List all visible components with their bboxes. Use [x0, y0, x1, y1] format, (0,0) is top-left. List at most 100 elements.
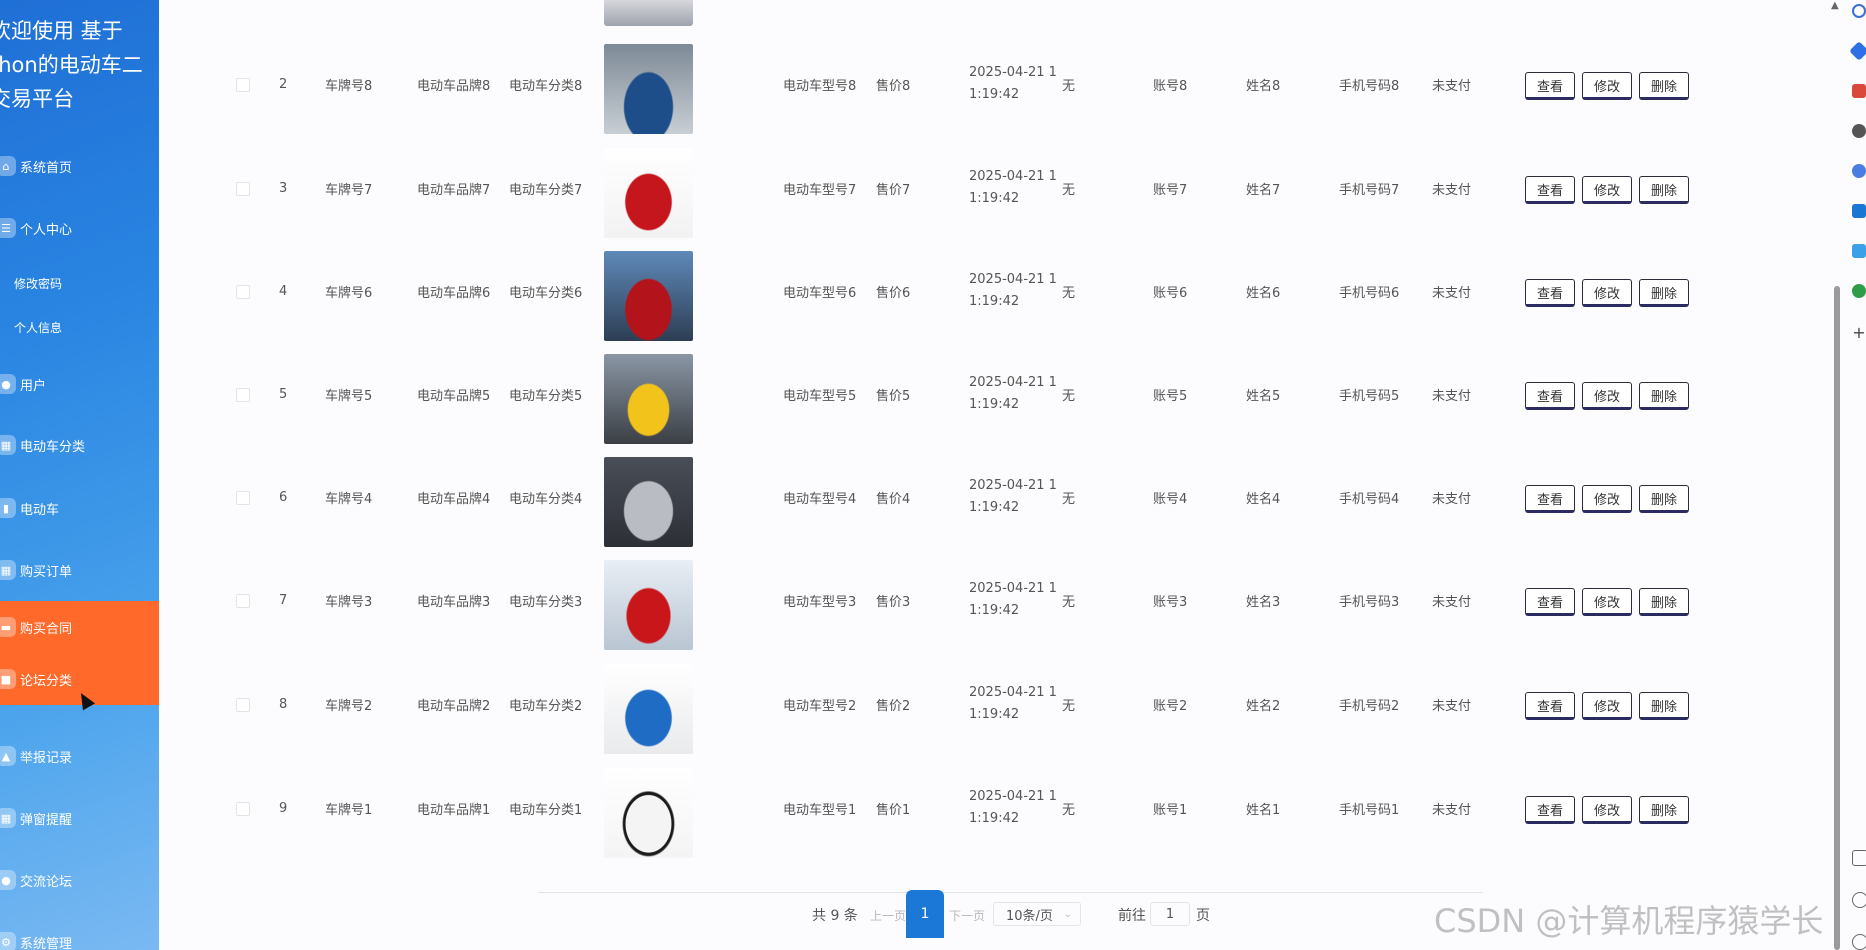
pagination-prev-button[interactable]: 上一页	[870, 900, 906, 930]
row-checkbox[interactable]	[236, 78, 250, 92]
edit-button[interactable]: 修改	[1582, 176, 1632, 204]
sidebar-item-label: 修改密码	[14, 276, 63, 291]
sidebar-item-5[interactable]: ▦ 电动车分类	[0, 424, 159, 466]
copilot-icon[interactable]	[1852, 164, 1866, 178]
car-thumbnail[interactable]	[604, 251, 693, 341]
outlook-icon[interactable]	[1852, 204, 1866, 218]
edit-button[interactable]: 修改	[1582, 382, 1632, 410]
sidebar-item-11[interactable]: ▦ 弹窗提醒	[0, 797, 159, 839]
row-checkbox[interactable]	[236, 594, 250, 608]
view-button[interactable]: 查看	[1525, 796, 1575, 824]
cell-brand: 电动车品牌8	[417, 78, 491, 94]
car-thumbnail[interactable]	[604, 44, 693, 134]
sidebar-item-7[interactable]: ▦ 购买订单	[0, 549, 159, 591]
delete-button[interactable]: 删除	[1639, 176, 1689, 204]
delete-button[interactable]: 删除	[1639, 72, 1689, 100]
add-icon[interactable]: +	[1852, 325, 1866, 341]
gear-icon[interactable]	[1852, 934, 1866, 950]
delete-button[interactable]: 删除	[1639, 279, 1689, 307]
sidebar-item-3[interactable]: 个人信息	[0, 306, 159, 348]
person-icon[interactable]	[1852, 124, 1866, 138]
sidebar-item-10[interactable]: ▲ 举报记录	[0, 735, 159, 777]
cell-status: 未支付	[1432, 594, 1472, 610]
row-checkbox[interactable]	[236, 388, 250, 402]
pagination-current-page[interactable]: 1	[906, 890, 944, 938]
edit-button[interactable]: 修改	[1582, 588, 1632, 616]
view-button[interactable]: 查看	[1525, 692, 1575, 720]
cell-status: 未支付	[1432, 78, 1472, 94]
cell-price: 售价6	[876, 285, 911, 301]
delete-button[interactable]: 删除	[1639, 796, 1689, 824]
cell-status: 未支付	[1432, 491, 1472, 507]
settings-icon: ⚙	[0, 932, 16, 950]
goto-page-input[interactable]: 1	[1150, 902, 1190, 926]
car-thumbnail[interactable]	[604, 664, 693, 754]
scrollbar-thumb[interactable]	[1834, 286, 1840, 950]
sidebar-item-label: 电动车分类	[20, 439, 86, 455]
cell-idx: 6	[279, 489, 288, 505]
screenshot-icon[interactable]	[1852, 850, 1866, 866]
sidebar-item-2[interactable]: 修改密码	[0, 262, 159, 304]
pagination-next-button[interactable]: 下一页	[949, 900, 985, 930]
cell-idx: 9	[279, 800, 288, 816]
delete-button[interactable]: 删除	[1639, 588, 1689, 616]
cell-idx: 7	[279, 592, 288, 608]
cell-remark: 无	[1062, 698, 1076, 714]
edit-button[interactable]: 修改	[1582, 485, 1632, 513]
car-thumbnail[interactable]	[604, 560, 693, 650]
sidebar-item-4[interactable]: ● 用户	[0, 363, 159, 405]
view-button[interactable]: 查看	[1525, 72, 1575, 100]
edit-button[interactable]: 修改	[1582, 692, 1632, 720]
row-checkbox[interactable]	[236, 182, 250, 196]
search-icon[interactable]	[1852, 4, 1866, 18]
pagination-total: 共 9 条	[812, 908, 858, 924]
edit-button[interactable]: 修改	[1582, 279, 1632, 307]
cell-model: 电动车型号8	[783, 78, 857, 94]
row-checkbox[interactable]	[236, 698, 250, 712]
sidebar-item-6[interactable]: ▮ 电动车	[0, 487, 159, 529]
diamond-icon[interactable]	[1849, 41, 1866, 61]
page-size-select[interactable]: 10条/页 ⌄	[993, 902, 1081, 926]
row-checkbox[interactable]	[236, 491, 250, 505]
sidebar-item-12[interactable]: ● 交流论坛	[0, 859, 159, 901]
delete-button[interactable]: 删除	[1639, 692, 1689, 720]
delete-button[interactable]: 删除	[1639, 382, 1689, 410]
table-row: 7 车牌号3 电动车品牌3 电动车分类3 电动车型号3 售价3 无 账号3 姓名3 手机号码3 未支…	[159, 548, 1719, 652]
view-button[interactable]: 查看	[1525, 382, 1575, 410]
row-checkbox[interactable]	[236, 285, 250, 299]
sidebar-item-13[interactable]: ⚙ 系统管理	[0, 921, 159, 950]
external-link-icon[interactable]	[1852, 892, 1866, 908]
cell-phone: 手机号码6	[1339, 285, 1400, 301]
sidebar-item-label: 购买合同	[20, 621, 73, 637]
tree-icon[interactable]	[1852, 284, 1866, 298]
app-title-line2: thon的电动车二	[0, 53, 143, 77]
cell-account: 账号4	[1153, 491, 1188, 507]
briefcase-icon[interactable]	[1852, 84, 1866, 98]
cell-phone: 手机号码7	[1339, 182, 1400, 198]
view-button[interactable]: 查看	[1525, 588, 1575, 616]
view-button[interactable]: 查看	[1525, 279, 1575, 307]
date-line1: 2025-04-21 1	[969, 169, 1057, 184]
row-checkbox[interactable]	[236, 802, 250, 816]
view-button[interactable]: 查看	[1525, 176, 1575, 204]
edit-button[interactable]: 修改	[1582, 796, 1632, 824]
sidebar-item-0[interactable]: ⌂ 系统首页	[0, 145, 159, 187]
car-thumbnail[interactable]	[604, 148, 693, 238]
cell-model: 电动车型号6	[783, 285, 857, 301]
car-thumbnail[interactable]	[604, 354, 693, 444]
cell-status: 未支付	[1432, 388, 1472, 404]
cell-idx: 2	[279, 76, 288, 92]
grid-icon: ▦	[0, 435, 16, 455]
sidebar-item-1[interactable]: ☰ 个人中心	[0, 207, 159, 249]
car-thumbnail[interactable]	[604, 457, 693, 547]
delete-button[interactable]: 删除	[1639, 485, 1689, 513]
goto-page-suffix: 页	[1196, 908, 1210, 924]
paper-plane-icon[interactable]	[1852, 244, 1866, 258]
cell-date: 2025-04-21 1 1:19:42	[969, 32, 1057, 136]
sidebar-item-8[interactable]: ▬ 购买合同	[0, 601, 159, 653]
car-thumbnail[interactable]	[604, 768, 693, 858]
scroll-up-arrow-icon[interactable]: ▲	[1831, 0, 1839, 11]
cell-plate: 车牌号5	[325, 388, 373, 404]
edit-button[interactable]: 修改	[1582, 72, 1632, 100]
view-button[interactable]: 查看	[1525, 485, 1575, 513]
